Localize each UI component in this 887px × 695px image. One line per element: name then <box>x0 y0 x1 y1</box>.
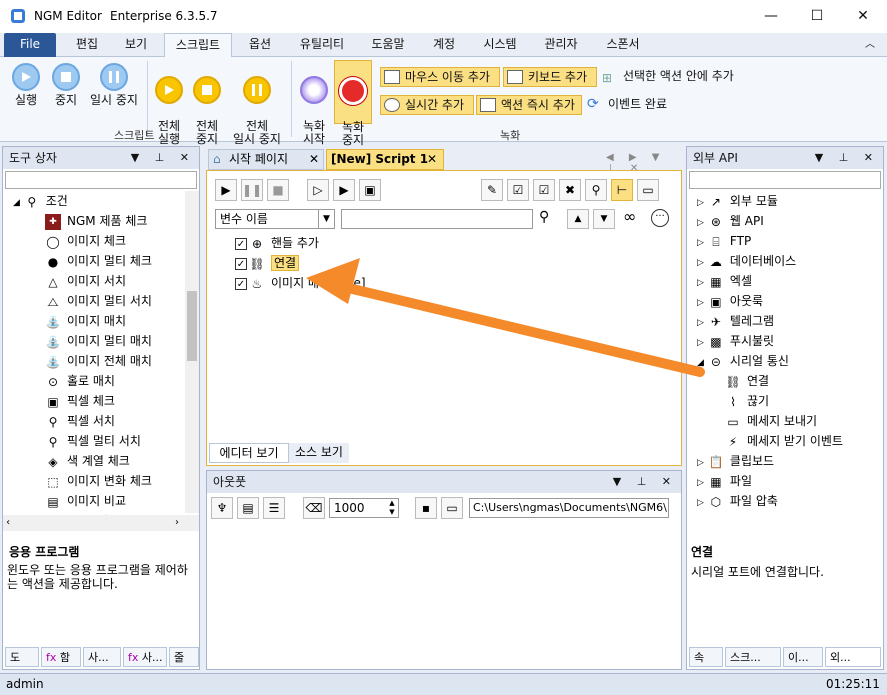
annotation-arrow <box>306 258 705 377</box>
